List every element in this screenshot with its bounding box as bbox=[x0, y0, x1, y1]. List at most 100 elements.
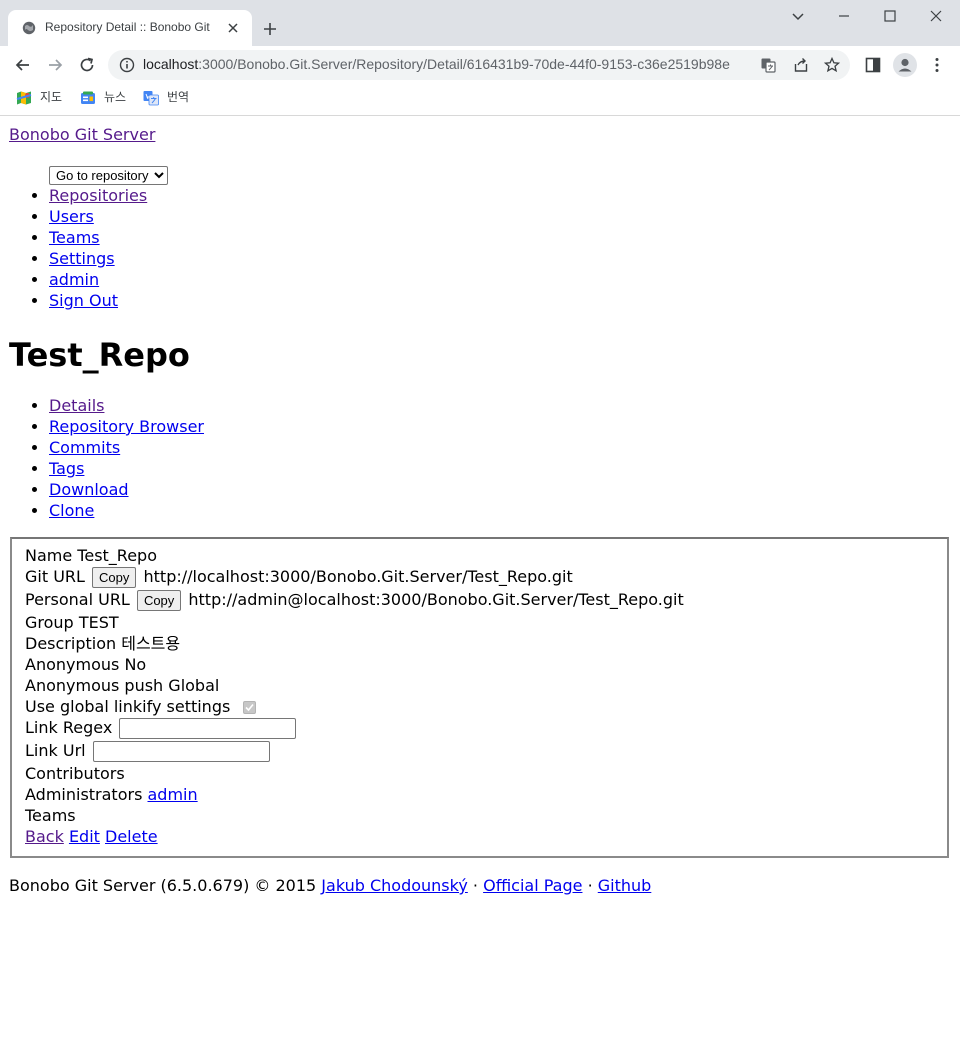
actions-row: Back Edit Delete bbox=[25, 826, 158, 847]
contributors-label: Contributors bbox=[25, 764, 125, 783]
page-title: Test_Repo bbox=[9, 336, 190, 374]
group-value: TEST bbox=[78, 613, 119, 632]
person-icon bbox=[898, 58, 912, 72]
tab-download: Download bbox=[49, 479, 400, 500]
share-icon[interactable] bbox=[793, 57, 809, 73]
anonymous-value: No bbox=[124, 655, 147, 674]
tab-search-chevron-icon[interactable] bbox=[788, 6, 808, 26]
settings-link[interactable]: Settings bbox=[49, 249, 115, 268]
link-url-input[interactable] bbox=[92, 741, 270, 762]
tab-clone: Clone bbox=[49, 500, 400, 521]
repositories-link[interactable]: Repositories bbox=[49, 186, 147, 205]
teams-row: Teams bbox=[25, 805, 76, 826]
clone-link[interactable]: Clone bbox=[49, 501, 94, 520]
menu-item-admin: admin bbox=[49, 269, 400, 290]
tab-strip: Repository Detail :: Bonobo Git bbox=[0, 0, 960, 46]
repository-details-box: Name Test_Repo Git URL Copy http://local… bbox=[10, 537, 949, 858]
administrator-admin-link[interactable]: admin bbox=[148, 785, 198, 804]
bookmark-label: 번역 bbox=[167, 90, 190, 104]
more-menu-icon[interactable] bbox=[928, 56, 946, 74]
footer-separator: · bbox=[472, 876, 478, 895]
administrators-row: Administrators admin bbox=[25, 784, 198, 805]
address-bar[interactable]: localhost:3000/Bonobo.Git.Server/Reposit… bbox=[108, 50, 850, 80]
commits-link[interactable]: Commits bbox=[49, 438, 120, 457]
url-text[interactable]: localhost:3000/Bonobo.Git.Server/Reposit… bbox=[143, 56, 749, 74]
link-regex-input[interactable] bbox=[119, 718, 297, 739]
github-link[interactable]: Github bbox=[598, 876, 652, 895]
news-icon bbox=[81, 91, 95, 104]
go-to-repository-select[interactable]: Go to repository bbox=[49, 166, 168, 185]
edit-link[interactable]: Edit bbox=[69, 827, 100, 846]
bookmark-maps[interactable]: 지도 bbox=[16, 88, 62, 108]
linkify-checkbox bbox=[243, 701, 257, 714]
menu-item-users: Users bbox=[49, 206, 400, 227]
translate-icon bbox=[143, 90, 159, 105]
window-close-icon[interactable] bbox=[926, 6, 946, 26]
link-url-label: Link Url bbox=[25, 741, 86, 760]
footer-separator: · bbox=[587, 876, 593, 895]
official-page-link[interactable]: Official Page bbox=[483, 876, 582, 895]
forward-arrow-icon[interactable] bbox=[46, 56, 64, 74]
maximize-icon[interactable] bbox=[880, 6, 900, 26]
git-url-value: http://localhost:3000/Bonobo.Git.Server/… bbox=[143, 567, 573, 586]
tags-link[interactable]: Tags bbox=[49, 459, 84, 478]
link-url-row: Link Url bbox=[25, 740, 270, 762]
reload-icon[interactable] bbox=[78, 56, 96, 74]
description-row: Description 테스트용 bbox=[25, 633, 180, 654]
link-regex-row: Link Regex bbox=[25, 717, 297, 739]
side-panel-icon[interactable] bbox=[864, 56, 882, 74]
anonymous-label: Anonymous bbox=[25, 655, 120, 674]
git-url-row: Git URL Copy http://localhost:3000/Bonob… bbox=[25, 566, 573, 588]
url-path: :3000/Bonobo.Git.Server/Repository/Detai… bbox=[198, 56, 730, 72]
info-icon[interactable] bbox=[119, 57, 135, 73]
administrators-label: Administrators bbox=[25, 785, 143, 804]
footer: Bonobo Git Server (6.5.0.679) © 2015 Jak… bbox=[9, 875, 651, 896]
details-link[interactable]: Details bbox=[49, 396, 104, 415]
tab-tags: Tags bbox=[49, 458, 400, 479]
copy-git-url-button[interactable]: Copy bbox=[92, 567, 137, 588]
linkify-row: Use global linkify settings bbox=[25, 696, 257, 717]
admin-link[interactable]: admin bbox=[49, 270, 99, 289]
users-link[interactable]: Users bbox=[49, 207, 94, 226]
teams-link[interactable]: Teams bbox=[49, 228, 100, 247]
repository-browser-link[interactable]: Repository Browser bbox=[49, 417, 204, 436]
bookmark-star-icon[interactable] bbox=[824, 57, 840, 73]
personal-url-label: Personal URL bbox=[25, 590, 130, 609]
name-label: Name bbox=[25, 546, 73, 565]
minimize-icon[interactable] bbox=[834, 6, 854, 26]
browser-tab[interactable]: Repository Detail :: Bonobo Git bbox=[8, 10, 252, 46]
bookmark-news[interactable]: 뉴스 bbox=[80, 88, 126, 108]
anonymous-row: Anonymous No bbox=[25, 654, 146, 675]
globe-icon bbox=[22, 21, 36, 35]
link-regex-label: Link Regex bbox=[25, 718, 113, 737]
copy-personal-url-button[interactable]: Copy bbox=[136, 590, 182, 611]
author-link[interactable]: Jakub Chodounský bbox=[321, 876, 468, 895]
linkify-label: Use global linkify settings bbox=[25, 697, 231, 716]
back-arrow-icon[interactable] bbox=[14, 56, 32, 74]
bookmark-translate[interactable]: 번역 bbox=[143, 88, 189, 108]
new-tab-icon[interactable] bbox=[262, 21, 278, 37]
bookmark-label: 지도 bbox=[40, 90, 63, 104]
git-url-label: Git URL bbox=[25, 567, 85, 586]
description-value: 테스트용 bbox=[121, 634, 181, 653]
close-icon[interactable] bbox=[226, 21, 240, 35]
brand-link[interactable]: Bonobo Git Server bbox=[9, 125, 155, 144]
bookmark-label: 뉴스 bbox=[104, 90, 127, 104]
bookmarks-bar: 지도 뉴스 번역 bbox=[0, 84, 960, 114]
personal-url-value: http://admin@localhost:3000/Bonobo.Git.S… bbox=[188, 590, 684, 609]
page-content: Bonobo Git Server Go to repository Repos… bbox=[0, 116, 960, 1040]
download-link[interactable]: Download bbox=[49, 480, 129, 499]
translate-page-icon[interactable] bbox=[760, 57, 776, 73]
contributors-row: Contributors bbox=[25, 763, 125, 784]
sign-out-link[interactable]: Sign Out bbox=[49, 291, 118, 310]
back-link[interactable]: Back bbox=[25, 827, 64, 846]
browser-chrome: Repository Detail :: Bonobo Git localhos… bbox=[0, 0, 960, 116]
main-menu: Go to repository Repositories Users Team… bbox=[0, 164, 400, 311]
delete-link[interactable]: Delete bbox=[105, 827, 158, 846]
tab-title: Repository Detail :: Bonobo Git bbox=[45, 20, 210, 34]
profile-avatar[interactable] bbox=[893, 53, 917, 77]
name-row: Name Test_Repo bbox=[25, 545, 157, 566]
anonymous-push-row: Anonymous push Global bbox=[25, 675, 219, 696]
maps-icon bbox=[16, 91, 32, 104]
tab-repository-browser: Repository Browser bbox=[49, 416, 400, 437]
